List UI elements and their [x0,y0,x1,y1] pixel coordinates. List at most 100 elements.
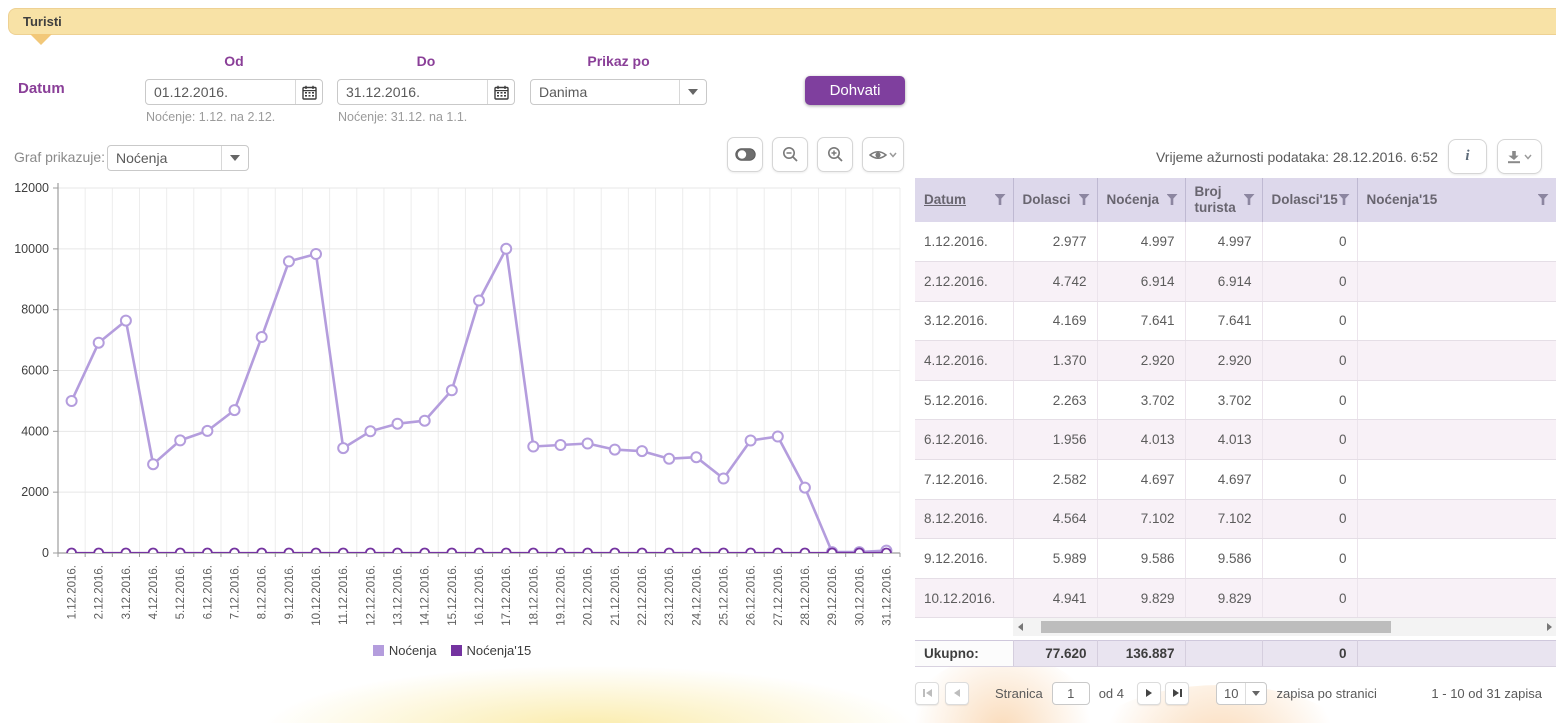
od-date-input[interactable] [146,80,295,104]
filter-icon[interactable] [1167,194,1178,205]
cell: 6.914 [1097,262,1185,302]
col-header-2[interactable]: Noćenja [1097,178,1185,222]
filter-icon[interactable] [1538,194,1549,205]
cell: 2.12.2016. [915,262,1013,302]
cell: 0 [1262,262,1357,302]
export-button[interactable] [1497,139,1542,174]
page-size-label: zapisa po stranici [1276,686,1376,701]
svg-text:2.12.2016.: 2.12.2016. [94,565,106,619]
turisti-dashboard: Turisti Datum Od Noćenje: 1.12. na 2.12.… [0,0,1556,723]
zoom-in-button[interactable] [817,137,853,172]
cell: 2.977 [1013,222,1097,262]
legend-item[interactable]: Noćenja [373,643,437,658]
stranica-label: Stranica [995,686,1043,701]
scrollbar-thumb[interactable] [1041,621,1391,633]
graf-prikazuje-label: Graf prikazuje: [14,149,105,165]
cell: 0 [1262,539,1357,579]
first-page-button[interactable] [915,682,939,705]
line-chart[interactable]: 0200040006000800010000120001.12.2016.2.1… [12,180,904,642]
legend-item[interactable]: Noćenja'15 [451,643,532,658]
cell [1357,420,1556,460]
table-row[interactable]: 7.12.2016.2.5824.6974.6970 [915,460,1556,500]
cell: 7.12.2016. [915,460,1013,500]
table-row[interactable]: 8.12.2016.4.5647.1027.1020 [915,499,1556,539]
do-date-input[interactable] [338,80,487,104]
chart-section: Graf prikazuje: Noćenja 0200040006000800… [0,135,915,723]
svg-text:20.12.2016.: 20.12.2016. [583,565,595,626]
od-calendar-button[interactable] [295,80,322,104]
toggle-icon [735,148,756,161]
cell: 9.586 [1097,539,1185,579]
cell: 4.564 [1013,499,1097,539]
pagination-bar: Stranica od 4 10 zapisa po stranici 1 - … [915,680,1556,706]
table-row[interactable]: 4.12.2016.1.3702.9202.9200 [915,341,1556,381]
cell [1357,460,1556,500]
cell: 6.12.2016. [915,420,1013,460]
scrollbar-track[interactable] [1027,621,1542,633]
info-button[interactable]: i [1448,139,1487,174]
chevron-down-icon [679,80,706,104]
filter-icon[interactable] [1339,194,1350,205]
table-row[interactable]: 1.12.2016.2.9774.9974.9970 [915,222,1556,262]
total-cell [1357,641,1556,667]
series-visibility-button[interactable] [862,137,904,172]
prikaz-po-select[interactable]: Danima [530,79,707,105]
table-row[interactable]: 3.12.2016.4.1697.6417.6410 [915,301,1556,341]
cell: 4.169 [1013,301,1097,341]
scroll-left-icon[interactable] [1013,623,1027,631]
chart-legend: Noćenja Noćenja'15 [0,643,904,658]
zoom-in-icon [827,146,844,163]
chart-toggle-button[interactable] [727,137,763,172]
svg-text:10000: 10000 [14,242,49,256]
cell: 4.013 [1097,420,1185,460]
table-row[interactable]: 9.12.2016.5.9899.5869.5860 [915,539,1556,579]
col-header-5[interactable]: Noćenja'15 [1357,178,1556,222]
previous-page-button[interactable] [945,682,969,705]
table-row[interactable]: 5.12.2016.2.2633.7023.7020 [915,380,1556,420]
table-row[interactable]: 10.12.2016.4.9419.8299.8290 [915,578,1556,618]
next-page-button[interactable] [1137,682,1161,705]
eye-icon [869,148,897,162]
cell [1357,301,1556,341]
cell: 5.12.2016. [915,380,1013,420]
table-section: Vrijeme ažurnosti podataka: 28.12.2016. … [915,135,1556,723]
page-number-input[interactable] [1052,682,1090,705]
cell: 1.956 [1013,420,1097,460]
filter-icon[interactable] [995,194,1006,205]
filter-icon[interactable] [1079,194,1090,205]
table-row[interactable]: 2.12.2016.4.7426.9146.9140 [915,262,1556,302]
horizontal-scrollbar[interactable] [1013,618,1556,636]
col-header-3[interactable]: Broj turista [1185,178,1262,222]
page-tab-bar: Turisti [8,8,1556,35]
do-calendar-button[interactable] [487,80,514,104]
od-date-field[interactable] [145,79,323,105]
graf-prikazuje-select[interactable]: Noćenja [107,145,249,171]
legend-label: Noćenja'15 [467,643,532,658]
cell: 7.102 [1097,499,1185,539]
svg-text:30.12.2016.: 30.12.2016. [854,565,866,626]
cell: 7.102 [1185,499,1262,539]
data-updated-label: Vrijeme ažurnosti podataka: 28.12.2016. … [1156,149,1438,165]
col-header-0[interactable]: Datum [915,178,1013,222]
svg-text:3.12.2016.: 3.12.2016. [121,565,133,619]
cell: 4.697 [1097,460,1185,500]
cell: 4.997 [1097,222,1185,262]
col-header-4[interactable]: Dolasci'15 [1262,178,1357,222]
table-row[interactable]: 6.12.2016.1.9564.0134.0130 [915,420,1556,460]
page-size-select[interactable]: 10 [1216,682,1267,705]
table-header-row: DatumDolasciNoćenjaBroj turistaDolasci'1… [915,178,1556,222]
chart-toolbar [727,137,904,172]
cell: 0 [1262,380,1357,420]
col-header-1[interactable]: Dolasci [1013,178,1097,222]
do-date-field[interactable] [337,79,515,105]
scroll-right-icon[interactable] [1542,623,1556,631]
last-page-button[interactable] [1165,682,1189,705]
cell: 3.702 [1185,380,1262,420]
zoom-out-button[interactable] [772,137,808,172]
svg-text:15.12.2016.: 15.12.2016. [447,565,459,626]
svg-text:14.12.2016.: 14.12.2016. [420,565,432,626]
filter-icon[interactable] [1244,194,1255,205]
dohvati-button[interactable]: Dohvati [805,76,905,105]
cell: 9.586 [1185,539,1262,579]
zoom-out-icon [782,146,799,163]
